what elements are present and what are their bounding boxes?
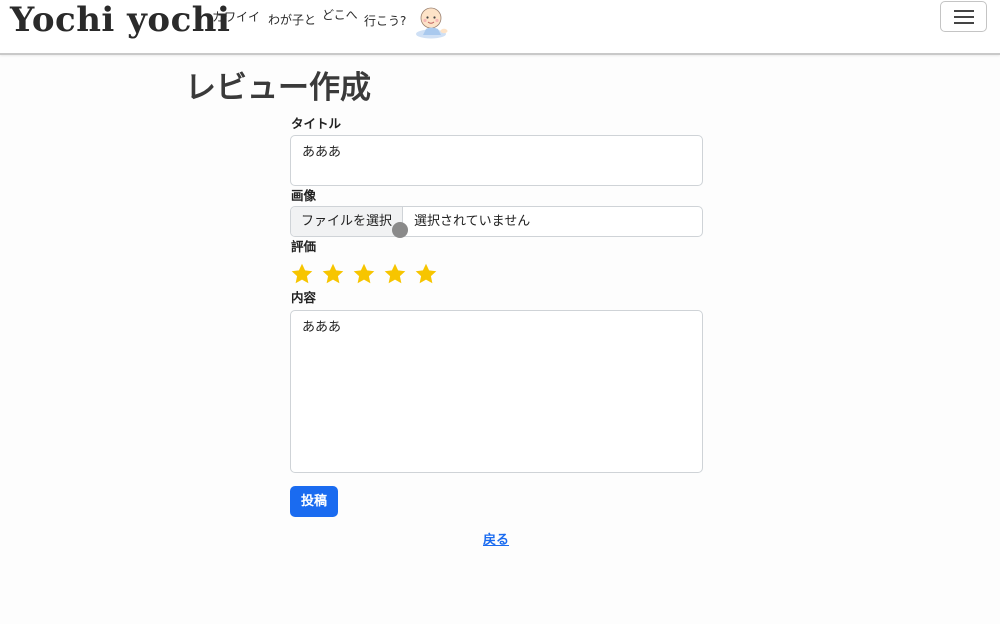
tagline-part: どこへ <box>322 8 358 22</box>
title-label: タイトル <box>291 116 342 131</box>
submit-button[interactable]: 投稿 <box>290 486 338 517</box>
image-file-input[interactable]: ファイルを選択 選択されていません <box>290 206 703 237</box>
title-input[interactable]: あああ <box>290 135 703 186</box>
brand-logo[interactable]: Yochi yochi <box>10 0 230 40</box>
tagline-part: わが子と <box>268 13 317 27</box>
star-icon[interactable] <box>414 262 438 286</box>
star-icon[interactable] <box>321 262 345 286</box>
pointer-cursor <box>392 222 408 238</box>
hamburger-bar <box>954 22 974 24</box>
rating-label: 評価 <box>291 239 317 254</box>
page-title: レビュー作成 <box>185 70 371 106</box>
back-link[interactable]: 戻る <box>483 532 509 549</box>
star-icon[interactable] <box>383 262 407 286</box>
file-status-text: 選択されていません <box>414 214 531 229</box>
image-label: 画像 <box>291 188 317 203</box>
menu-toggle-button[interactable] <box>940 1 987 32</box>
content-label: 内容 <box>291 290 317 305</box>
hamburger-bar <box>954 10 974 12</box>
hamburger-bar <box>954 16 974 18</box>
navbar: Yochi yochi カワイイ わが子と どこへ 行こう? <box>0 0 1000 55</box>
tagline-part: 行こう? <box>364 14 407 28</box>
star-icon[interactable] <box>290 262 314 286</box>
tagline-part: カワイイ <box>212 10 261 24</box>
choose-file-button[interactable]: ファイルを選択 <box>291 207 403 236</box>
star-icon[interactable] <box>352 262 376 286</box>
content-textarea[interactable]: あああ <box>290 310 703 473</box>
baby-icon <box>416 7 448 39</box>
